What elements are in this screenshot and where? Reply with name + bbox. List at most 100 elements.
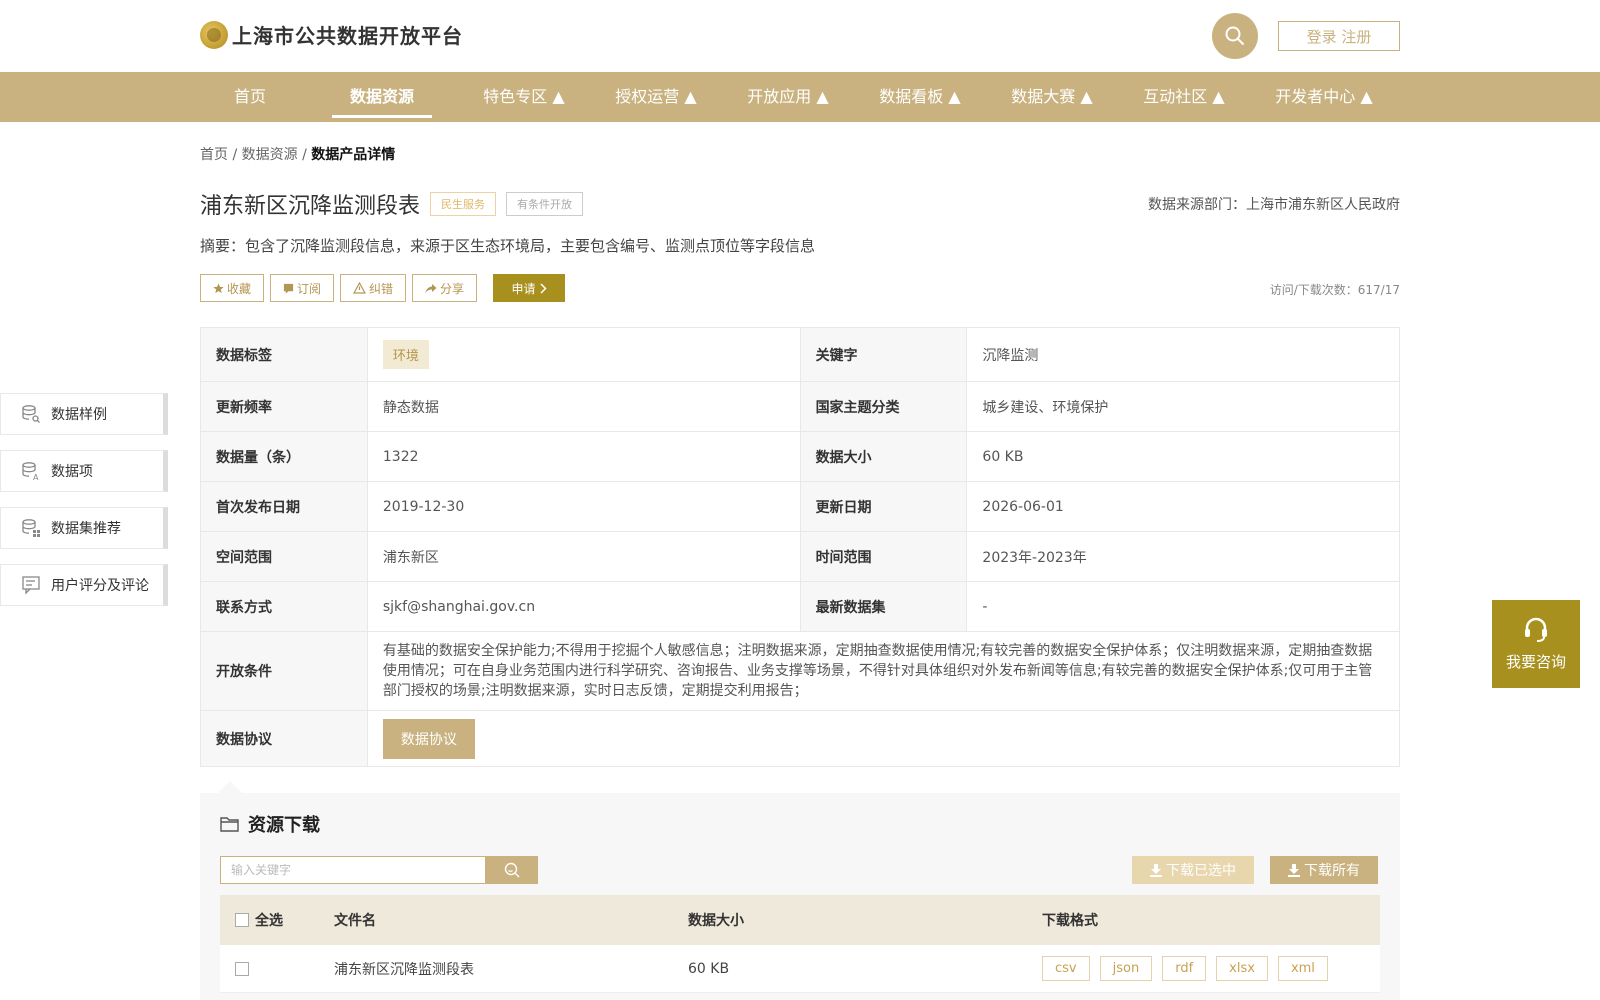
info-label: 时间范围 [799, 531, 968, 582]
download-icon [1288, 863, 1300, 877]
download-selected-label: 下载已选中 [1166, 863, 1236, 879]
info-row: 开放条件 有基础的数据安全保护能力;不得用于挖掘个人敏感信息；注明数据来源，定期… [200, 631, 1401, 711]
breadcrumb: 首页 / 数据资源 / 数据产品详情 [200, 144, 395, 164]
search-button[interactable] [1212, 13, 1258, 59]
side-item-data-sample[interactable]: 数据样例 [0, 393, 168, 435]
consult-button[interactable]: 我要咨询 [1492, 600, 1580, 688]
info-label: 数据量（条） [200, 431, 368, 482]
info-value: sjkf@shanghai.gov.cn [366, 581, 801, 632]
row-checkbox[interactable] [235, 961, 249, 976]
side-item-ratings-comments[interactable]: 用户评分及评论 [0, 564, 168, 606]
select-all-checkbox[interactable] [235, 913, 249, 927]
row-select-cell [235, 945, 249, 992]
info-label: 更新频率 [200, 381, 368, 432]
data-tag-chip[interactable]: 环境 [382, 340, 429, 369]
info-value: 沉降监测 [966, 327, 1400, 382]
side-item-label: 用户评分及评论 [51, 578, 149, 594]
info-value: 1322 [366, 431, 801, 482]
side-item-dataset-recommend[interactable]: 数据集推荐 [0, 507, 168, 549]
file-size: 60 KB [688, 960, 730, 977]
format-xlsx-button[interactable]: xlsx [1216, 956, 1268, 981]
file-search-button[interactable] [486, 856, 538, 884]
report-error-button[interactable]: 纠错 [340, 274, 407, 302]
info-label: 开放条件 [200, 631, 368, 711]
file-table-header: 全选 文件名 数据大小 下载格式 [220, 895, 1380, 945]
subscribe-button[interactable]: 订阅 [270, 274, 335, 302]
logo-emblem-icon [200, 20, 228, 49]
dataset-info-table: 数据标签 环境 关键字 沉降监测 更新频率 静态数据 国家主题分类 城乡建设、环… [200, 327, 1401, 767]
apply-button[interactable]: 申请 [493, 274, 566, 302]
info-label: 最新数据集 [799, 581, 968, 632]
bookmark-icon [283, 283, 294, 294]
side-item-label: 数据样例 [51, 407, 107, 423]
subscribe-label: 订阅 [297, 281, 322, 296]
main-nav: 首页 数据资源 特色专区 ▲ 授权运营 ▲ 开放应用 ▲ 数据看板 ▲ 数据大赛… [0, 72, 1600, 122]
info-value: 2026-06-01 [966, 481, 1400, 532]
info-label: 国家主题分类 [799, 381, 968, 432]
format-xml-button[interactable]: xml [1277, 956, 1328, 981]
info-row: 数据协议 数据协议 [200, 710, 1401, 767]
info-value: 60 KB [966, 431, 1400, 482]
favorite-button[interactable]: 收藏 [200, 274, 265, 302]
nav-item-featured-zones[interactable]: 特色专区 ▲ [462, 72, 586, 122]
svg-text:A: A [33, 473, 39, 481]
nav-item-data-resources[interactable]: 数据资源 [332, 72, 432, 122]
format-csv-button[interactable]: csv [1042, 956, 1090, 981]
nav-item-data-dashboard[interactable]: 数据看板 ▲ [858, 72, 982, 122]
info-row: 数据量（条） 1322 数据大小 60 KB [200, 431, 1400, 482]
report-label: 纠错 [369, 281, 394, 296]
select-all-label: 全选 [255, 913, 283, 929]
database-text-icon: A [22, 462, 39, 481]
info-label: 空间范围 [200, 531, 368, 582]
download-section-title: 资源下载 [220, 811, 320, 837]
info-value: 2023年-2023年 [966, 531, 1400, 582]
info-label: 联系方式 [200, 581, 368, 632]
download-all-button[interactable]: 下载所有 [1270, 856, 1378, 884]
nav-item-data-contest[interactable]: 数据大赛 ▲ [990, 72, 1114, 122]
folder-icon [220, 817, 239, 832]
side-item-label: 数据集推荐 [51, 521, 121, 537]
nav-item-developer-center[interactable]: 开发者中心 ▲ [1254, 72, 1394, 122]
breadcrumb-separator: / [228, 147, 242, 163]
database-search-icon [22, 405, 40, 423]
breadcrumb-home[interactable]: 首页 [200, 147, 228, 163]
file-search-input[interactable] [220, 856, 486, 884]
nav-item-home[interactable]: 首页 [210, 72, 290, 122]
breadcrumb-current: 数据产品详情 [311, 147, 396, 163]
info-value: - [966, 581, 1400, 632]
info-row: 数据标签 环境 关键字 沉降监测 [200, 327, 1400, 382]
open-conditions-text: 有基础的数据安全保护能力;不得用于挖掘个人敏感信息；注明数据来源，定期抽查数据使… [366, 631, 1401, 711]
breadcrumb-section[interactable]: 数据资源 [242, 147, 298, 163]
table-row: 浦东新区沉降监测段表 60 KB csv json rdf xlsx xml [220, 945, 1380, 993]
nav-item-open-apps[interactable]: 开放应用 ▲ [726, 72, 850, 122]
side-item-data-fields[interactable]: A 数据项 [0, 450, 168, 492]
info-label: 数据协议 [200, 710, 368, 767]
info-label: 更新日期 [799, 481, 968, 532]
section-pointer [218, 781, 242, 793]
source-department: 数据来源部门：上海市浦东新区人民政府 [1148, 197, 1400, 213]
nav-item-community[interactable]: 互动社区 ▲ [1122, 72, 1246, 122]
chevron-right-icon [540, 282, 547, 294]
info-value: 环境 [366, 327, 801, 382]
login-register-button[interactable]: 登录 注册 [1278, 21, 1400, 51]
search-icon [1225, 26, 1245, 46]
top-header: 上海市公共数据开放平台 登录 注册 [0, 0, 1600, 72]
info-row: 联系方式 sjkf@shanghai.gov.cn 最新数据集 - [200, 581, 1400, 632]
info-value: 城乡建设、环境保护 [966, 381, 1400, 432]
download-icon [1150, 863, 1162, 877]
share-button[interactable]: 分享 [412, 274, 478, 302]
nav-item-authorized-ops[interactable]: 授权运营 ▲ [594, 72, 718, 122]
headset-icon [1525, 617, 1547, 642]
search-icon [504, 862, 520, 878]
info-value: 数据协议 [366, 710, 1401, 767]
format-json-button[interactable]: json [1099, 956, 1153, 981]
format-rdf-button[interactable]: rdf [1162, 956, 1207, 981]
info-value: 浦东新区 [366, 531, 801, 582]
site-logo[interactable]: 上海市公共数据开放平台 [200, 20, 463, 49]
download-all-label: 下载所有 [1304, 863, 1360, 879]
info-value: 2019-12-30 [366, 481, 801, 532]
format-buttons: csv json rdf xlsx xml [1042, 945, 1338, 992]
dataset-title-row: 浦东新区沉降监测段表 民生服务 有条件开放 [200, 188, 584, 220]
download-selected-button[interactable]: 下载已选中 [1132, 856, 1254, 884]
data-agreement-button[interactable]: 数据协议 [382, 718, 475, 759]
